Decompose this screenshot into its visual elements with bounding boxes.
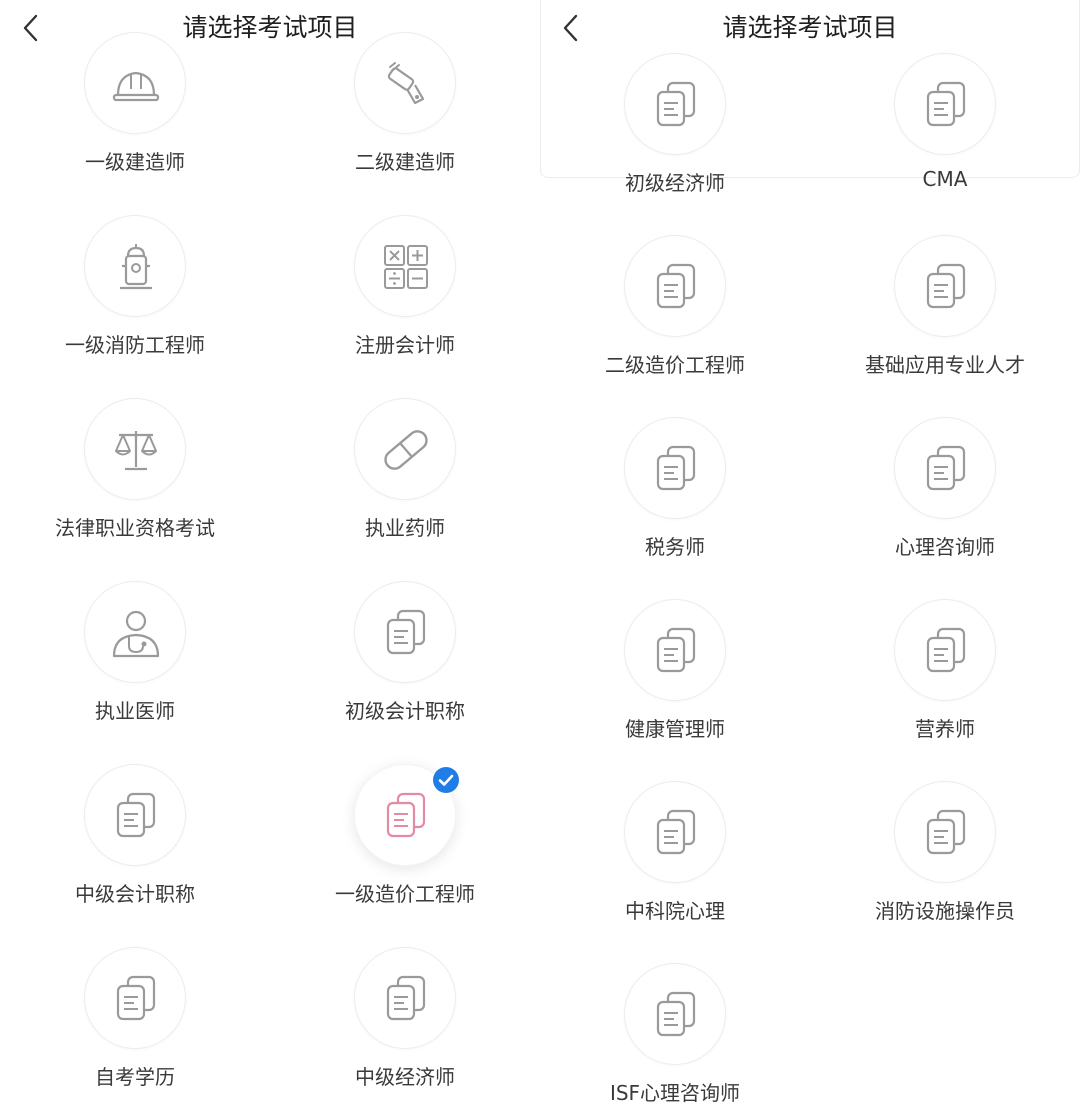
exam-item[interactable]: 法律职业资格考试 bbox=[0, 398, 270, 580]
calculator-icon bbox=[384, 245, 428, 289]
document-stack-icon bbox=[926, 627, 966, 673]
exam-item[interactable]: ISF心理咨询师 bbox=[540, 963, 810, 1115]
icon-circle bbox=[354, 32, 456, 134]
exam-item[interactable]: 心理咨询师 bbox=[810, 417, 1080, 599]
fire-hydrant-icon bbox=[120, 244, 152, 290]
exam-label: 初级经济师 bbox=[625, 171, 725, 195]
exam-label: 自考学历 bbox=[95, 1065, 175, 1089]
exam-label: 基础应用专业人才 bbox=[865, 353, 1025, 377]
document-stack-icon bbox=[386, 975, 426, 1021]
document-stack-icon bbox=[656, 263, 696, 309]
exam-item[interactable]: 初级会计职称 bbox=[270, 581, 540, 763]
exam-item[interactable]: 一级消防工程师 bbox=[0, 215, 270, 397]
icon-circle bbox=[624, 599, 726, 701]
document-stack-icon bbox=[386, 792, 426, 838]
document-stack-icon bbox=[926, 809, 966, 855]
exam-item[interactable]: 执业药师 bbox=[270, 398, 540, 580]
document-stack-icon bbox=[926, 81, 966, 127]
exam-label: 法律职业资格考试 bbox=[55, 516, 215, 540]
icon-circle bbox=[624, 781, 726, 883]
exam-label: 中级会计职称 bbox=[75, 882, 195, 906]
doctor-icon bbox=[112, 610, 160, 658]
document-stack-icon bbox=[116, 792, 156, 838]
exam-item[interactable]: 税务师 bbox=[540, 417, 810, 599]
exam-item[interactable]: 基础应用专业人才 bbox=[810, 235, 1080, 417]
exam-label: 一级消防工程师 bbox=[65, 333, 205, 357]
icon-circle bbox=[624, 963, 726, 1065]
exam-label: ISF心理咨询师 bbox=[609, 1081, 741, 1105]
document-stack-icon bbox=[386, 609, 426, 655]
header: 请选择考试项目 bbox=[540, 0, 1080, 56]
exam-label: 二级建造师 bbox=[355, 150, 455, 174]
exam-item[interactable]: 中级经济师 bbox=[270, 947, 540, 1115]
exam-label: 中级经济师 bbox=[355, 1065, 455, 1089]
icon-circle bbox=[894, 235, 996, 337]
document-stack-icon bbox=[926, 445, 966, 491]
document-stack-icon bbox=[656, 627, 696, 673]
exam-label: 心理咨询师 bbox=[895, 535, 995, 559]
exam-label: 中科院心理 bbox=[625, 899, 725, 923]
exam-label: 执业医师 bbox=[95, 699, 175, 723]
icon-circle bbox=[84, 947, 186, 1049]
exam-label: 注册会计师 bbox=[355, 333, 455, 357]
icon-circle bbox=[354, 398, 456, 500]
icon-circle bbox=[624, 53, 726, 155]
icon-circle bbox=[624, 417, 726, 519]
document-stack-icon bbox=[656, 991, 696, 1037]
hard-hat-icon bbox=[112, 71, 160, 102]
exam-label: 健康管理师 bbox=[625, 717, 725, 741]
capsule-icon bbox=[384, 430, 428, 470]
icon-circle bbox=[84, 398, 186, 500]
page-title: 请选择考试项目 bbox=[722, 13, 898, 42]
icon-circle bbox=[354, 215, 456, 317]
icon-circle bbox=[894, 417, 996, 519]
scales-icon bbox=[115, 431, 157, 471]
exam-item[interactable]: 消防设施操作员 bbox=[810, 781, 1080, 963]
exam-label: 一级造价工程师 bbox=[335, 882, 475, 906]
icon-circle bbox=[894, 781, 996, 883]
document-stack-icon bbox=[656, 445, 696, 491]
icon-circle bbox=[354, 947, 456, 1049]
exam-select-screen-left: 请选择考试项目 一级建造师 二级建造师 一级消防工程师 注册会计师 法律职业资格… bbox=[0, 0, 540, 1115]
exam-item[interactable]: 执业医师 bbox=[0, 581, 270, 763]
exam-item[interactable]: 一级建造师 bbox=[0, 32, 270, 214]
exam-item[interactable]: 二级造价工程师 bbox=[540, 235, 810, 417]
exam-item[interactable]: CMA bbox=[810, 53, 1080, 235]
exam-label: 营养师 bbox=[915, 717, 975, 741]
icon-circle bbox=[84, 32, 186, 134]
icon-circle bbox=[84, 215, 186, 317]
exam-label: 二级造价工程师 bbox=[605, 353, 745, 377]
exam-item[interactable]: 中科院心理 bbox=[540, 781, 810, 963]
icon-circle bbox=[84, 581, 186, 683]
exam-label: 执业药师 bbox=[365, 516, 445, 540]
icon-circle bbox=[894, 599, 996, 701]
document-stack-icon bbox=[926, 263, 966, 309]
drill-icon bbox=[387, 62, 425, 105]
icon-circle bbox=[354, 581, 456, 683]
exam-item[interactable]: 初级经济师 bbox=[540, 53, 810, 235]
exam-item[interactable]: 自考学历 bbox=[0, 947, 270, 1115]
exam-item[interactable]: 健康管理师 bbox=[540, 599, 810, 781]
exam-label: 初级会计职称 bbox=[345, 699, 465, 723]
exam-label: CMA bbox=[922, 167, 968, 191]
exam-select-screen-right: 请选择考试项目 初级经济师 CMA 二级造价工程师 基础应用专业人才 税务师 心… bbox=[540, 0, 1080, 1115]
exam-item-selected[interactable]: 一级造价工程师 bbox=[270, 764, 540, 946]
icon-circle bbox=[624, 235, 726, 337]
icon-circle bbox=[894, 53, 996, 155]
icon-circle bbox=[84, 764, 186, 866]
document-stack-icon bbox=[656, 81, 696, 127]
exam-label: 一级建造师 bbox=[85, 150, 185, 174]
checkmark-badge-icon bbox=[433, 767, 459, 793]
exam-item[interactable]: 中级会计职称 bbox=[0, 764, 270, 946]
exam-label: 税务师 bbox=[645, 535, 705, 559]
exam-item[interactable]: 注册会计师 bbox=[270, 215, 540, 397]
document-stack-icon bbox=[116, 975, 156, 1021]
document-stack-icon bbox=[656, 809, 696, 855]
exam-item[interactable]: 二级建造师 bbox=[270, 32, 540, 214]
exam-item[interactable]: 营养师 bbox=[810, 599, 1080, 781]
exam-label: 消防设施操作员 bbox=[875, 899, 1015, 923]
